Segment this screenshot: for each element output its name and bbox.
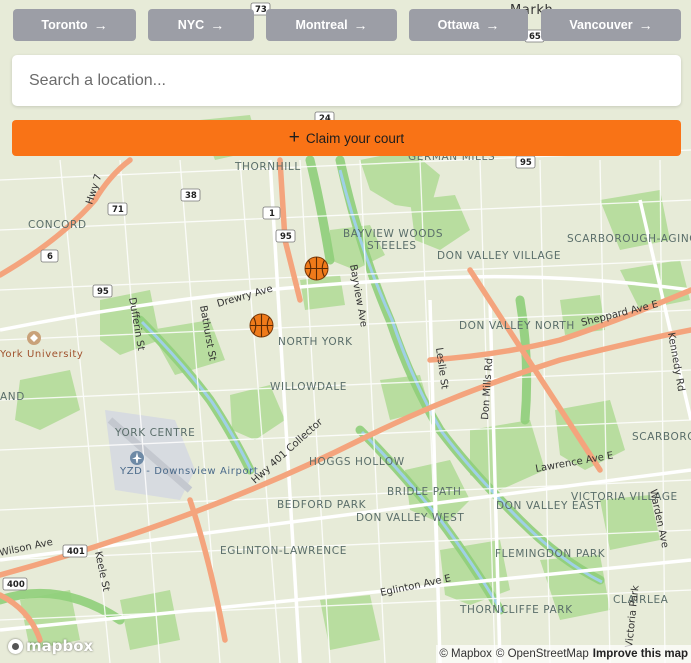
basketball-court-marker[interactable]	[249, 313, 274, 338]
city-button-label: Vancouver	[569, 18, 633, 32]
svg-text:38: 38	[185, 191, 197, 201]
city-button-vancouver[interactable]: Vancouver →	[541, 9, 681, 41]
city-button-ottawa[interactable]: Ottawa →	[409, 9, 528, 41]
city-button-label: Toronto	[41, 18, 88, 32]
arrow-right-icon: →	[638, 17, 653, 33]
svg-text:71: 71	[112, 205, 124, 215]
city-button-toronto[interactable]: Toronto →	[13, 9, 136, 41]
place-hoggs-hollow: HOGGS HOLLOW	[309, 456, 405, 468]
place-thorncliffe-park: THORNCLIFFE PARK	[459, 604, 573, 616]
basketball-court-marker[interactable]	[304, 256, 329, 281]
plus-icon: +	[288, 126, 300, 148]
place-willowdale: WILLOWDALE	[270, 381, 347, 393]
arrow-right-icon: →	[210, 17, 225, 33]
mapbox-logo[interactable]: mapbox	[8, 637, 93, 655]
mapbox-logo-text: mapbox	[26, 637, 94, 655]
shield-38: 38	[180, 188, 201, 202]
mapbox-logo-icon	[8, 638, 23, 654]
place-victoria-village: VICTORIA VILLAGE	[571, 491, 678, 503]
place-don-valley-village: DON VALLEY VILLAGE	[437, 250, 561, 262]
attribution-mapbox-link[interactable]: © Mapbox	[439, 648, 492, 660]
university-icon	[27, 331, 41, 345]
svg-text:1: 1	[269, 209, 275, 219]
place-york-centre: YORK CENTRE	[114, 427, 195, 439]
place-concord: CONCORD	[28, 219, 87, 231]
city-buttons: Toronto → NYC → Montreal → Ottawa → Vancouve…	[0, 9, 691, 42]
city-button-label: Montreal	[295, 18, 348, 32]
shield-71: 71	[107, 202, 128, 216]
place-yzd-airport: YZD - Downsview Airport	[119, 466, 258, 477]
place-bedford-park: BEDFORD PARK	[277, 499, 367, 511]
claim-court-button[interactable]: + Claim your court	[12, 120, 681, 156]
place-york-university: York University	[0, 349, 83, 360]
place-scarborough-agincourt: SCARBOROUGH-AGINCOURT	[567, 233, 691, 245]
attribution-osm-link[interactable]: © OpenStreetMap	[496, 648, 589, 660]
improve-map-link[interactable]: Improve this map	[593, 648, 688, 660]
arrow-right-icon: →	[353, 17, 368, 33]
place-flemingdon-park: FLEMINGDON PARK	[495, 548, 606, 560]
svg-text:400: 400	[7, 580, 25, 590]
svg-text:6: 6	[47, 252, 53, 262]
place-don-valley-west: DON VALLEY WEST	[356, 512, 464, 524]
arrow-right-icon: →	[93, 17, 108, 33]
shield-6: 6	[40, 249, 59, 263]
place-bridle-path: BRIDLE PATH	[387, 486, 461, 498]
city-button-label: Ottawa	[437, 18, 480, 32]
place-scarborough-junction: SCARBOROU JUNC	[632, 431, 691, 443]
basketball-icon	[249, 313, 274, 338]
map-attribution: © Mapbox © OpenStreetMap Improve this ma…	[436, 645, 691, 663]
place-eglinton-lawrence: EGLINTON-LAWRENCE	[220, 545, 347, 557]
shield-1: 1	[262, 206, 281, 220]
search-box	[12, 55, 681, 106]
airport-icon	[130, 451, 144, 465]
svg-text:95: 95	[280, 232, 292, 242]
city-button-montreal[interactable]: Montreal →	[266, 9, 397, 41]
shield-95-b: 95	[275, 229, 296, 243]
city-button-label: NYC	[177, 18, 205, 32]
shield-95-c: 95	[92, 284, 113, 298]
svg-text:401: 401	[67, 547, 85, 557]
shield-400: 400	[2, 577, 28, 591]
place-steeles: STEELES	[367, 240, 417, 252]
basketball-icon	[304, 256, 329, 281]
place-north-york: NORTH YORK	[278, 336, 353, 348]
place-clairlea: CLAIRLEA	[613, 594, 669, 606]
search-input[interactable]	[27, 70, 651, 91]
shield-95-a: 95	[515, 155, 536, 169]
svg-text:95: 95	[520, 158, 532, 168]
svg-text:95: 95	[97, 287, 109, 297]
place-don-valley-north: DON VALLEY NORTH	[459, 320, 575, 332]
arrow-right-icon: →	[485, 17, 500, 33]
city-button-nyc[interactable]: NYC →	[148, 9, 254, 41]
shield-401: 401	[62, 544, 88, 558]
place-and: AND	[0, 391, 25, 403]
place-bayview-woods: BAYVIEW WOODS	[343, 228, 443, 240]
place-thornhill: THORNHILL	[234, 161, 301, 173]
claim-court-label: Claim your court	[305, 130, 405, 146]
